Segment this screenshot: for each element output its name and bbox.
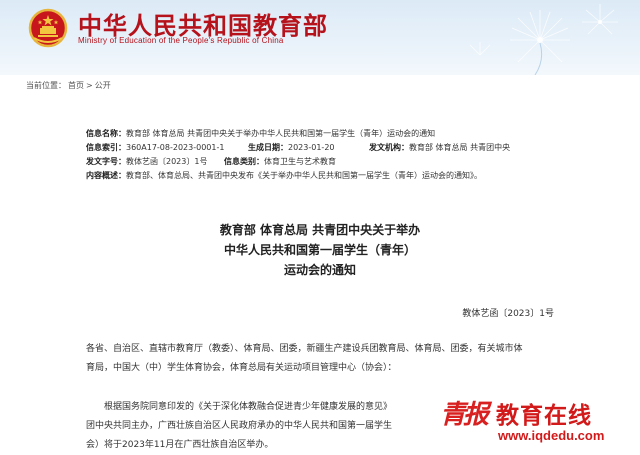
info-date-value: 2023-01-20 bbox=[288, 143, 335, 152]
document-title-line-1: 教育部 体育总局 共青团中央关于举办 bbox=[219, 223, 421, 237]
site-header: 中华人民共和国教育部 Ministry of Education of the … bbox=[0, 0, 640, 75]
watermark-main-text: 教育在线 bbox=[496, 403, 592, 429]
info-row-index: 信息索引：360A17-08-2023-0001-1 生成日期：2023-01-… bbox=[86, 141, 546, 155]
paragraph-2-line-1: 根据国务院同意印发的《关于深化体教融合促进青少年健康发展的意见》 bbox=[104, 402, 393, 412]
document-number: 教体艺函〔2023〕1号 bbox=[462, 309, 554, 319]
info-row-docno: 发文字号：教体艺函〔2023〕1号 信息类别：体育卫生与艺术教育 bbox=[86, 155, 546, 169]
breadcrumb: 当前位置： 首页 > 公开 bbox=[26, 80, 113, 91]
breadcrumb-home-link[interactable]: 首页 bbox=[68, 81, 84, 90]
info-summary-label: 内容概述： bbox=[86, 171, 126, 180]
site-subtitle: Ministry of Education of the People's Re… bbox=[78, 36, 284, 45]
national-emblem-icon bbox=[28, 8, 68, 48]
info-name-label: 信息名称： bbox=[86, 129, 126, 138]
info-docno-label: 发文字号： bbox=[86, 157, 126, 166]
info-name-value: 教育部 体育总局 共青团中央关于举办中华人民共和国第一届学生（青年）运动会的通知 bbox=[126, 129, 436, 138]
breadcrumb-label: 当前位置： bbox=[26, 81, 66, 90]
info-row-summary: 内容概述：教育部、体育总局、共青团中央发布《关于举办中华人民共和国第一届学生（青… bbox=[86, 169, 546, 183]
info-index-value: 360A17-08-2023-0001-1 bbox=[126, 143, 225, 152]
info-org-value: 教育部 体育总局 共青团中央 bbox=[409, 143, 511, 152]
document-title-line-3: 运动会的通知 bbox=[283, 263, 356, 277]
breadcrumb-current-link[interactable]: 公开 bbox=[95, 81, 111, 90]
document-title-line-2: 中华人民共和国第一届学生（青年） bbox=[223, 243, 416, 257]
breadcrumb-separator: > bbox=[86, 81, 93, 90]
info-category-label: 信息类别： bbox=[224, 157, 264, 166]
paragraph-2-line-2: 团中央共同主办，广西壮族自治区人民政府承办的中华人民共和国第一届学生 bbox=[86, 421, 393, 431]
paragraph-1-line-2: 育局，中国大（中）学生体育协会，体育总局有关运动项目管理中心（协会）： bbox=[86, 363, 397, 373]
paragraph-1-line-1: 各省、自治区、直辖市教育厅（教委）、体育局、团委，新疆生产建设兵团教育局、体育局… bbox=[86, 344, 523, 354]
watermark-brush-logo: 青报 bbox=[440, 400, 489, 430]
watermark: 青报 教育在线 www.iqdedu.com bbox=[378, 388, 640, 452]
info-org-label: 发文机构： bbox=[369, 143, 409, 152]
info-index-label: 信息索引： bbox=[86, 143, 126, 152]
info-category-value: 体育卫生与艺术教育 bbox=[264, 157, 336, 166]
watermark-url: www.iqdedu.com bbox=[498, 428, 605, 443]
info-summary-value: 教育部、体育总局、共青团中央发布《关于举办中华人民共和国第一届学生（青年）运动会… bbox=[126, 171, 482, 180]
info-docno-value: 教体艺函〔2023〕1号 bbox=[126, 157, 208, 166]
info-table: 信息名称：教育部 体育总局 共青团中央关于举办中华人民共和国第一届学生（青年）运… bbox=[86, 127, 546, 183]
dandelion-decoration-icon bbox=[469, 4, 618, 75]
info-date-label: 生成日期： bbox=[248, 143, 288, 152]
info-row-name: 信息名称：教育部 体育总局 共青团中央关于举办中华人民共和国第一届学生（青年）运… bbox=[86, 127, 546, 141]
